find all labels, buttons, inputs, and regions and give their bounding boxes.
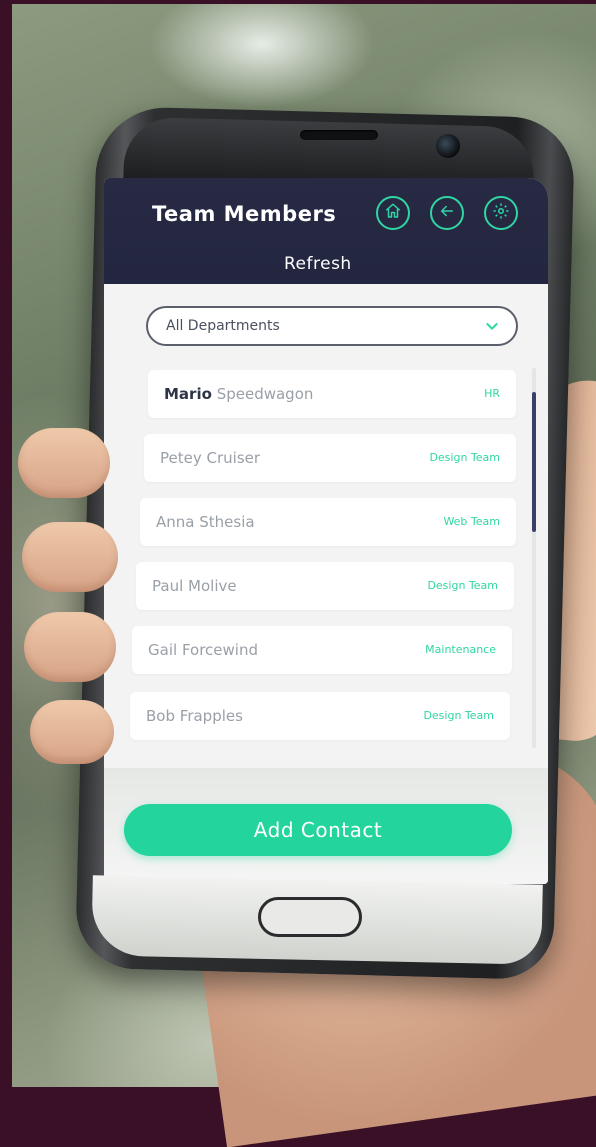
back-button[interactable] — [430, 196, 464, 230]
list-item[interactable]: Paul Molive Design Team — [136, 562, 514, 610]
list-item[interactable]: Mario Speedwagon HR — [148, 370, 516, 418]
member-last-name: Cruiser — [206, 449, 261, 467]
hand-finger — [24, 612, 116, 682]
member-last-name: Forcewind — [181, 641, 258, 659]
list-item[interactable]: Anna Sthesia Web Team — [140, 498, 516, 546]
member-first-name: Anna — [156, 513, 195, 531]
back-arrow-icon — [438, 202, 456, 224]
member-department: Design Team — [427, 579, 498, 592]
page-title: Team Members — [152, 202, 337, 226]
member-department: HR — [484, 387, 500, 400]
list-item[interactable]: Petey Cruiser Design Team — [144, 434, 516, 482]
app-screen: Team Members Refresh All Departments Mar… — [104, 178, 548, 884]
list-item[interactable]: Gail Forcewind Maintenance — [132, 626, 512, 674]
refresh-button[interactable]: Refresh — [284, 254, 352, 274]
member-first-name: Bob — [146, 707, 175, 725]
member-department: Design Team — [429, 451, 500, 464]
member-last-name: Frapples — [179, 707, 243, 725]
member-department: Design Team — [423, 709, 494, 722]
phone-home-key — [258, 897, 362, 937]
member-first-name: Petey — [160, 449, 202, 467]
member-first-name: Mario — [164, 385, 212, 403]
home-icon — [384, 202, 402, 224]
gear-icon — [492, 202, 510, 224]
member-last-name: Sthesia — [199, 513, 255, 531]
scrollbar-thumb[interactable] — [532, 392, 536, 532]
member-first-name: Gail — [148, 641, 178, 659]
add-contact-button[interactable]: Add Contact — [124, 804, 512, 856]
home-button[interactable] — [376, 196, 410, 230]
member-department: Maintenance — [425, 643, 496, 656]
chevron-down-icon — [484, 318, 500, 334]
hand-finger — [30, 700, 114, 764]
department-filter-select[interactable]: All Departments — [146, 306, 518, 346]
hand-finger — [18, 428, 110, 498]
member-first-name: Paul — [152, 577, 184, 595]
member-last-name: Molive — [188, 577, 237, 595]
speaker-grille — [300, 130, 378, 140]
member-department: Web Team — [443, 515, 500, 528]
member-last-name: Speedwagon — [216, 385, 314, 403]
app-header: Team Members Refresh — [104, 178, 548, 284]
front-camera — [436, 134, 460, 158]
hand-finger — [22, 522, 118, 592]
department-filter-value: All Departments — [166, 318, 280, 334]
settings-button[interactable] — [484, 196, 518, 230]
list-item[interactable]: Bob Frapples Design Team — [130, 692, 510, 740]
